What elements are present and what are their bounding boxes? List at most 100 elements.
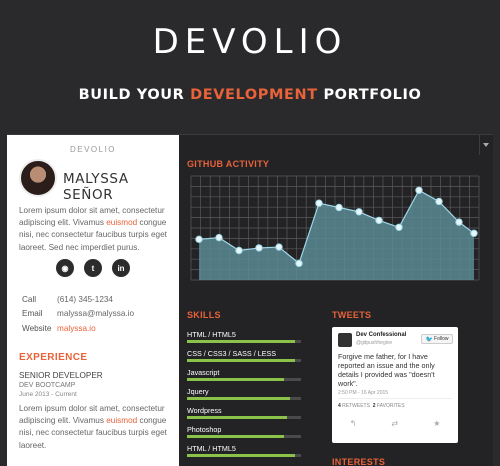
avatar — [19, 159, 57, 197]
favorite-icon[interactable]: ★ — [433, 419, 440, 428]
portfolio-preview: DEVOLIO MALYSSA SEÑOR Lorem ipsum dolor … — [7, 134, 493, 466]
skill-label: Javascript — [187, 368, 220, 377]
linkedin-icon[interactable]: in — [112, 259, 130, 277]
call-value: (614) 345-1234 — [57, 294, 113, 304]
skill-label: Wordpress — [187, 406, 222, 415]
call-label: Call — [22, 294, 37, 304]
skill-item: Photoshop — [187, 422, 301, 441]
skill-label: Jquery — [187, 387, 209, 396]
contact-info: Call (614) 345-1234 Email malyssa@malyss… — [22, 292, 134, 336]
skill-bar-track — [187, 359, 301, 362]
social-links: ◉ t in — [7, 259, 179, 277]
skill-bar-fill — [187, 340, 296, 343]
activity-point — [255, 244, 263, 252]
activity-point — [315, 199, 323, 207]
reply-icon[interactable]: ↰ — [350, 419, 357, 428]
website-link[interactable]: malyssa.io — [57, 324, 96, 333]
skills-list: HTML / HTML5 CSS / CSS3 / SASS / LESS Java… — [187, 327, 301, 460]
tweet-author[interactable]: Dev Confessional — [356, 332, 406, 338]
skill-bar-track — [187, 435, 301, 438]
skill-bar-track — [187, 454, 301, 457]
skill-bar-fill — [187, 435, 284, 438]
skill-bar-fill — [187, 454, 296, 457]
skill-bar-fill — [187, 416, 288, 419]
tweet-card[interactable]: Dev Confessional @gitpushforgive 🐦 Follo… — [332, 327, 458, 443]
skill-item: CSS / CSS3 / SASS / LESS — [187, 346, 301, 365]
skill-bar-fill — [187, 378, 284, 381]
contact-call: Call (614) 345-1234 — [22, 292, 134, 307]
retweet-icon[interactable]: ⇄ — [391, 419, 398, 428]
hero-subtitle-post: PORTFOLIO — [323, 87, 422, 103]
exp-desc-highlight: euismod — [106, 416, 138, 426]
activity-point — [455, 218, 463, 226]
contact-email: Email malyssa@malyssa.io — [22, 307, 134, 322]
contact-website: Website malyssa.io — [22, 321, 134, 336]
chevron-down-icon[interactable] — [483, 143, 489, 147]
github-heading: GITHUB ACTIVITY — [187, 159, 270, 169]
skill-item: Jquery — [187, 384, 301, 403]
activity-point — [415, 186, 423, 194]
bio-highlight: euismod — [106, 218, 138, 228]
skill-label: Photoshop — [187, 425, 222, 434]
activity-point — [295, 259, 303, 268]
follow-button[interactable]: 🐦 Follow — [421, 334, 453, 344]
retweet-label: RETWEETS — [342, 403, 370, 409]
hero-title: DEVOLIO — [152, 22, 348, 62]
retweet-count: 4 — [338, 403, 341, 409]
activity-point — [335, 203, 343, 212]
skill-label: CSS / CSS3 / SASS / LESS — [187, 349, 277, 358]
twitter-bird-icon: 🐦 — [425, 336, 434, 343]
activity-point — [195, 235, 203, 244]
card-brand: DEVOLIO — [69, 145, 117, 154]
tweet-avatar — [338, 333, 352, 347]
skill-bar-track — [187, 397, 301, 400]
skill-label: HTML / HTML5 — [187, 444, 236, 453]
hero-subtitle: BUILD YOUR DEVELOPMENT PORTFOLIO — [0, 87, 500, 103]
favorite-label: FAVORITES — [376, 403, 405, 409]
experience-heading: EXPERIENCE — [19, 352, 88, 363]
skill-item: HTML / HTML5 — [187, 327, 301, 346]
experience-description: Lorem ipsum dolor sit amet, consectetur … — [19, 403, 175, 452]
skill-item: Wordpress — [187, 403, 301, 422]
tweet-divider — [338, 398, 452, 399]
skill-bar-fill — [187, 359, 296, 362]
profile-card: DEVOLIO MALYSSA SEÑOR Lorem ipsum dolor … — [7, 135, 179, 466]
favorite-count: 2 — [372, 403, 376, 409]
activity-point — [435, 197, 443, 206]
skill-bar-track — [187, 340, 301, 343]
hero-subtitle-accent: DEVELOPMENT — [190, 87, 318, 103]
twitter-icon[interactable]: t — [84, 259, 102, 277]
tweet-text: Forgive me father, for I have reported a… — [338, 352, 435, 388]
experience-company: DEV BOOTCAMP — [19, 382, 76, 389]
follow-label: Follow — [434, 336, 449, 342]
activity-point — [235, 246, 243, 255]
email-value[interactable]: malyssa@malyssa.io — [57, 309, 134, 318]
github-icon[interactable]: ◉ — [56, 259, 74, 277]
experience-title: SENIOR DEVELOPER — [19, 371, 103, 380]
github-activity-chart — [190, 175, 480, 281]
tweets-heading: TWEETS — [332, 310, 372, 320]
activity-area — [199, 190, 474, 280]
activity-point — [375, 216, 383, 225]
activity-point — [275, 243, 283, 251]
skills-heading: SKILLS — [187, 310, 221, 320]
tweet-handle[interactable]: @gitpushforgive — [356, 340, 392, 346]
skill-item: Javascript — [187, 365, 301, 384]
profile-name: MALYSSA SEÑOR — [63, 171, 129, 203]
activity-point — [215, 233, 223, 242]
hero-subtitle-pre: BUILD YOUR — [78, 87, 185, 103]
tweet-actions: ↰ ⇄ ★ — [332, 419, 458, 428]
skill-label: HTML / HTML5 — [187, 330, 236, 339]
activity-point — [470, 229, 478, 237]
tweet-counts: 4 RETWEETS 2 FAVORITES — [338, 403, 405, 409]
experience-date: June 2013 - Current — [19, 391, 77, 398]
skill-bar-fill — [187, 397, 290, 400]
profile-bio: Lorem ipsum dolor sit amet, consectetur … — [19, 205, 175, 254]
interests-heading: INTERESTS — [332, 457, 386, 466]
email-label: Email — [22, 309, 43, 319]
activity-point — [395, 223, 403, 231]
skill-bar-track — [187, 378, 301, 381]
activity-point — [355, 208, 363, 216]
tweet-time[interactable]: 2:50 PM - 16 Apr 2015 — [338, 390, 388, 396]
skill-item: HTML / HTML5 — [187, 441, 301, 460]
